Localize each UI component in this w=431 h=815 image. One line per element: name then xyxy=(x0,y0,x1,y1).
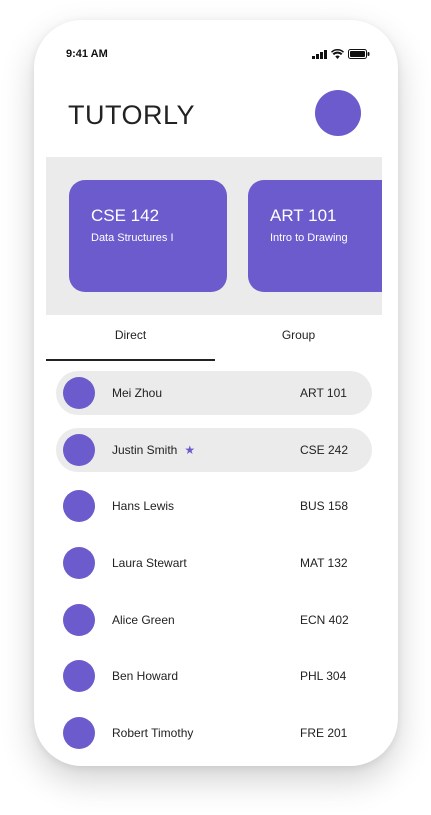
contact-name: Robert Timothy xyxy=(112,726,193,740)
status-time: 9:41 AM xyxy=(66,48,108,60)
contact-course: FRE 201 xyxy=(300,726,348,740)
contact-course: ART 101 xyxy=(300,386,347,400)
tab-direct[interactable]: Direct xyxy=(46,328,215,342)
contact-name-text: Hans Lewis xyxy=(112,499,175,513)
active-tab-indicator xyxy=(46,359,215,361)
contact-name-text: Ben Howard xyxy=(112,669,179,683)
course-code: CSE 142 xyxy=(91,206,160,225)
contact-name: Ben Howard xyxy=(112,669,178,683)
contact-name: Mei Zhou xyxy=(112,386,162,400)
contact-name-text: Justin Smith xyxy=(112,443,178,457)
contact-name-text: Alice Green xyxy=(112,613,175,627)
course-card[interactable]: ART 101 Intro to Drawing xyxy=(248,180,382,292)
course-name: Intro to Drawing xyxy=(270,232,348,244)
contact-course: BUS 158 xyxy=(300,499,349,513)
avatar xyxy=(63,377,95,409)
contact-course: MAT 132 xyxy=(300,556,348,570)
list-item[interactable]: Ben Howard PHL 304 xyxy=(56,654,372,698)
profile-avatar[interactable] xyxy=(315,90,361,136)
message-tabs: Direct Group xyxy=(46,315,382,363)
contact-name: Justin Smith ★ xyxy=(112,443,195,457)
contact-course: CSE 242 xyxy=(300,443,349,457)
contact-name-text: Laura Stewart xyxy=(112,556,187,570)
avatar xyxy=(63,490,95,522)
course-card[interactable]: CSE 142 Data Structures I xyxy=(69,180,227,292)
course-name: Data Structures I xyxy=(91,232,174,244)
contact-name-text: Robert Timothy xyxy=(112,726,194,740)
contact-name: Alice Green xyxy=(112,613,175,627)
contact-name-text: Mei Zhou xyxy=(112,386,163,400)
phone-frame: 9:41 AM TUTORLY CSE 142 Data Structures … xyxy=(34,20,398,766)
list-item[interactable]: Hans Lewis BUS 158 xyxy=(56,484,372,528)
app-title: TUTORLY xyxy=(68,100,196,130)
contact-course: PHL 304 xyxy=(300,669,347,683)
avatar xyxy=(63,717,95,749)
list-item[interactable]: Mei Zhou ART 101 xyxy=(56,371,372,415)
list-item[interactable]: Justin Smith ★ CSE 242 xyxy=(56,428,372,472)
tab-group[interactable]: Group xyxy=(215,328,382,342)
status-icons xyxy=(312,49,370,59)
signal-icon xyxy=(312,49,327,59)
list-item[interactable]: Robert Timothy FRE 201 xyxy=(56,711,372,755)
course-carousel[interactable]: CSE 142 Data Structures I ART 101 Intro … xyxy=(46,157,382,315)
star-icon: ★ xyxy=(184,443,196,457)
status-bar: 9:41 AM xyxy=(34,20,398,64)
avatar xyxy=(63,547,95,579)
avatar xyxy=(63,434,95,466)
course-code: ART 101 xyxy=(270,206,337,225)
list-item[interactable]: Alice Green ECN 402 xyxy=(56,598,372,642)
list-item[interactable]: Laura Stewart MAT 132 xyxy=(56,541,372,585)
wifi-icon xyxy=(331,49,344,59)
battery-icon xyxy=(348,49,370,59)
avatar xyxy=(63,604,95,636)
contact-name: Laura Stewart xyxy=(112,556,187,570)
contact-course: ECN 402 xyxy=(300,613,349,627)
contact-name: Hans Lewis xyxy=(112,499,174,513)
avatar xyxy=(63,660,95,692)
